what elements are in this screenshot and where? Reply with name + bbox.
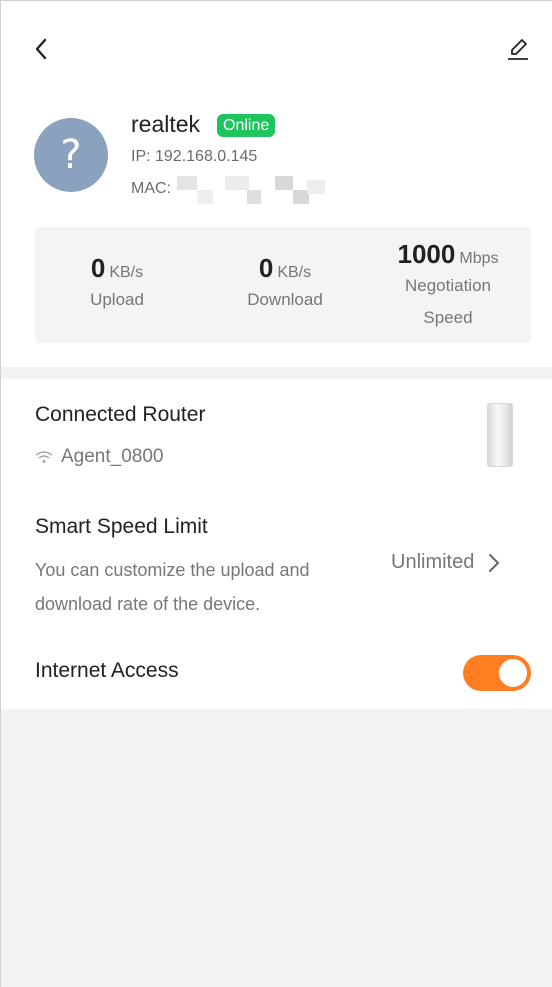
device-avatar: ? — [34, 118, 108, 192]
empty-area — [1, 709, 552, 987]
question-mark-icon: ? — [60, 132, 82, 178]
negotiation-label-line1: Negotiation — [404, 276, 491, 295]
router-ssid-text: Agent_0800 — [61, 446, 164, 467]
edit-button[interactable] — [504, 34, 532, 64]
smart-speed-limit-button[interactable]: Unlimited — [391, 551, 500, 574]
smart-speed-limit-description: You can customize the upload and downloa… — [35, 560, 310, 614]
section-divider — [1, 367, 552, 379]
device-mac-label: MAC: — [131, 180, 171, 197]
device-header: ? realtek Online IP: 192.168.0.145 MAC: … — [1, 1, 552, 367]
upload-stat: 0 KB/s Upload — [65, 253, 169, 316]
traffic-stats-panel: 0 KB/s Upload 0 KB/s Download 1000 Mbps Neg… — [35, 227, 531, 343]
pencil-icon — [508, 39, 528, 60]
negotiation-speed-stat: 1000 Mbps Negotiation Speed — [383, 239, 513, 334]
negotiation-label-line2: Speed — [423, 308, 473, 327]
smart-speed-limit-title: Smart Speed Limit — [35, 515, 208, 538]
device-settings-list: Connected Router Agent_0800 Smart Speed … — [1, 379, 552, 709]
mac-address-redacted — [177, 176, 325, 206]
status-badge: Online — [217, 114, 276, 137]
back-button[interactable] — [29, 35, 53, 63]
upload-unit: KB/s — [109, 264, 144, 281]
connected-router-ssid: Agent_0800 — [35, 446, 164, 468]
chevron-left-icon — [35, 38, 47, 60]
device-detail-screen: ? realtek Online IP: 192.168.0.145 MAC: … — [0, 0, 552, 987]
toggle-knob — [499, 659, 527, 687]
router-image — [487, 403, 513, 467]
download-unit: KB/s — [277, 264, 312, 281]
download-label: Download — [247, 290, 323, 309]
internet-access-title: Internet Access — [35, 659, 179, 682]
internet-access-toggle[interactable] — [463, 655, 531, 691]
device-name: realtek — [131, 111, 201, 137]
negotiation-unit: Mbps — [459, 250, 499, 267]
smart-speed-limit-value: Unlimited — [391, 551, 475, 573]
negotiation-value: 1000 — [397, 239, 456, 269]
upload-value: 0 — [90, 253, 106, 283]
chevron-right-icon — [489, 553, 500, 572]
download-value: 0 — [258, 253, 274, 283]
upload-label: Upload — [90, 290, 144, 309]
connected-router-title: Connected Router — [35, 403, 206, 426]
device-ip: IP: 192.168.0.145 — [131, 148, 258, 165]
download-stat: 0 KB/s Download — [227, 253, 343, 316]
wifi-icon — [35, 451, 53, 463]
